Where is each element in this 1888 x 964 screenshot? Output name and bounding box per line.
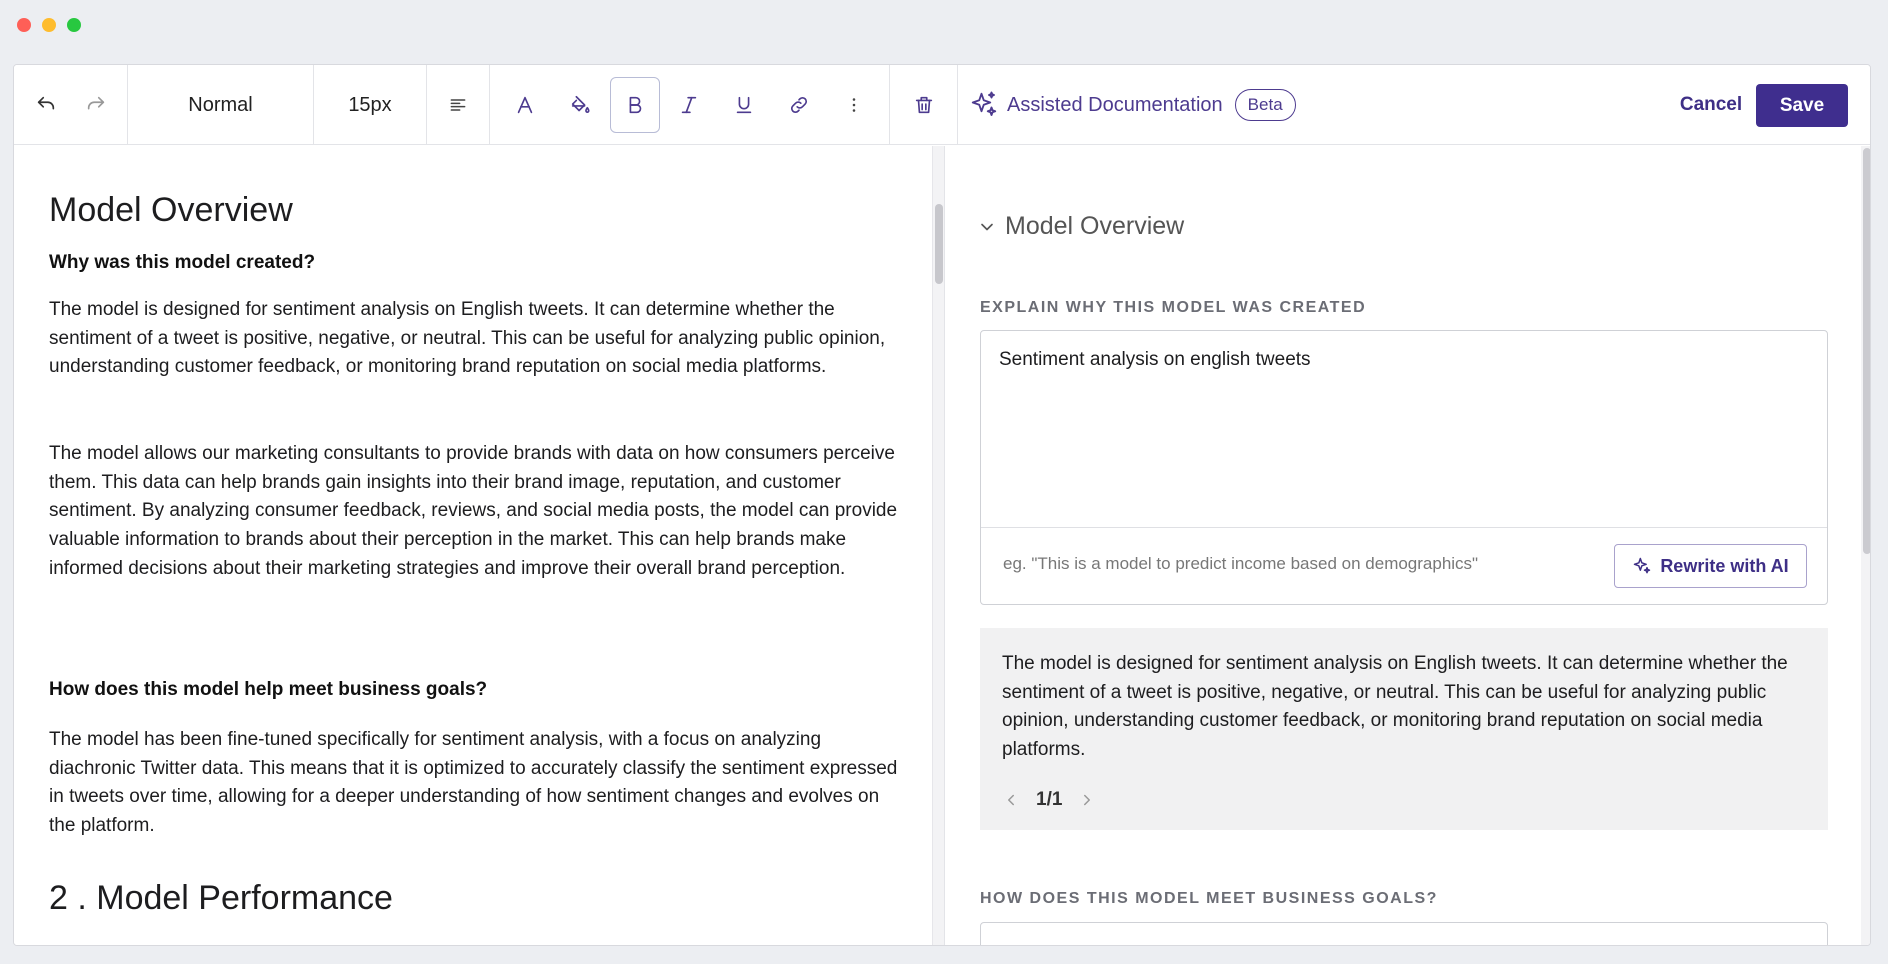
editor-app: Normal 15px Assisted Documentation Beta … (13, 64, 1871, 946)
assisted-documentation-title: Assisted Documentation (1007, 93, 1223, 116)
textarea-footer: eg. "This is a model to predict income b… (981, 527, 1827, 604)
history-group (14, 65, 128, 145)
font-color-icon (518, 96, 533, 114)
editor-scrollbar[interactable] (932, 146, 944, 945)
sparkles-icon (971, 91, 997, 116)
fill-color-icon (571, 95, 590, 113)
chevron-left-icon[interactable] (1002, 791, 1020, 809)
pager-count: 1/1 (1036, 789, 1063, 810)
close-window-button[interactable] (17, 18, 31, 32)
example-placeholder: eg. "This is a model to predict income b… (1003, 554, 1479, 573)
align-button[interactable] (433, 77, 483, 133)
bold-icon (629, 96, 642, 114)
sparkles-icon (1634, 557, 1651, 574)
fill-color-button[interactable] (555, 77, 605, 133)
panel-scrollbar-thumb[interactable] (1863, 148, 1870, 554)
trash-icon (915, 96, 932, 114)
align-left-icon (450, 99, 466, 111)
toolbar: Normal 15px Assisted Documentation Beta … (14, 65, 1870, 145)
block-style-select[interactable]: Normal (128, 65, 314, 145)
ai-suggestion-card[interactable]: The model is designed for sentiment anal… (980, 628, 1828, 830)
redo-button[interactable] (71, 77, 121, 133)
suggestion-text: The model is designed for sentiment anal… (1002, 653, 1788, 761)
link-icon (790, 96, 807, 114)
section-heading: 2 . Model Performance (49, 879, 393, 917)
assistant-panel: Model Overview EXPLAIN WHY THIS MODEL WA… (944, 146, 1870, 945)
delete-button[interactable] (899, 77, 949, 133)
explanation-value: Sentiment analysis on english tweets (999, 349, 1311, 370)
delete-group (890, 65, 958, 145)
undo-icon (37, 96, 54, 110)
rewrite-with-ai-button[interactable]: Rewrite with AI (1614, 544, 1807, 588)
save-button[interactable]: Save (1756, 84, 1848, 127)
paragraph: The model allows our marketing consultan… (49, 443, 898, 579)
font-color-button[interactable] (500, 77, 550, 133)
business-goals-textarea[interactable] (980, 922, 1828, 945)
paragraph: The model is designed for sentiment anal… (49, 299, 886, 378)
chevron-down-icon (981, 223, 993, 230)
italic-button[interactable] (664, 77, 714, 133)
chevron-right-icon[interactable] (1078, 791, 1096, 809)
panel-scrollbar[interactable] (1861, 146, 1870, 945)
explanation-textarea[interactable]: Sentiment analysis on english tweets eg.… (980, 330, 1828, 605)
minimize-window-button[interactable] (42, 18, 56, 32)
editor-scrollbar-thumb[interactable] (935, 204, 943, 284)
rewrite-label: Rewrite with AI (1660, 555, 1789, 576)
beta-badge: Beta (1234, 89, 1296, 121)
question-heading: How does this model help meet business g… (49, 679, 488, 700)
font-size-value: 15px (348, 93, 392, 116)
underline-icon (736, 96, 752, 114)
undo-button[interactable] (21, 77, 71, 133)
document-editor[interactable]: Model Overview Why was this model create… (14, 146, 944, 945)
block-style-value: Normal (188, 93, 253, 116)
window-titlebar (0, 0, 1888, 52)
section-toggle[interactable]: Model Overview (977, 212, 1184, 241)
cancel-button[interactable]: Cancel (1656, 85, 1766, 125)
field-label: EXPLAIN WHY THIS MODEL WAS CREATED (980, 299, 1367, 316)
more-options-button[interactable] (829, 77, 879, 133)
section-title: Model Overview (1005, 212, 1185, 240)
field-label: HOW DOES THIS MODEL MEET BUSINESS GOALS? (980, 890, 1438, 907)
suggestion-pager: 1/1 (1002, 789, 1096, 811)
format-group (490, 65, 890, 145)
question-heading: Why was this model created? (49, 252, 316, 273)
paragraph: The model has been fine-tuned specifical… (49, 729, 898, 837)
italic-icon (682, 96, 697, 114)
font-size-select[interactable]: 15px (314, 65, 427, 145)
maximize-window-button[interactable] (67, 18, 81, 32)
link-button[interactable] (774, 77, 824, 133)
align-group (427, 65, 490, 145)
redo-icon (87, 96, 104, 110)
more-vertical-icon (852, 98, 855, 112)
bold-button[interactable] (609, 77, 660, 133)
underline-button[interactable] (719, 77, 769, 133)
page-title: Model Overview (49, 191, 293, 229)
assisted-documentation-header: Assisted Documentation Beta (969, 65, 1296, 145)
